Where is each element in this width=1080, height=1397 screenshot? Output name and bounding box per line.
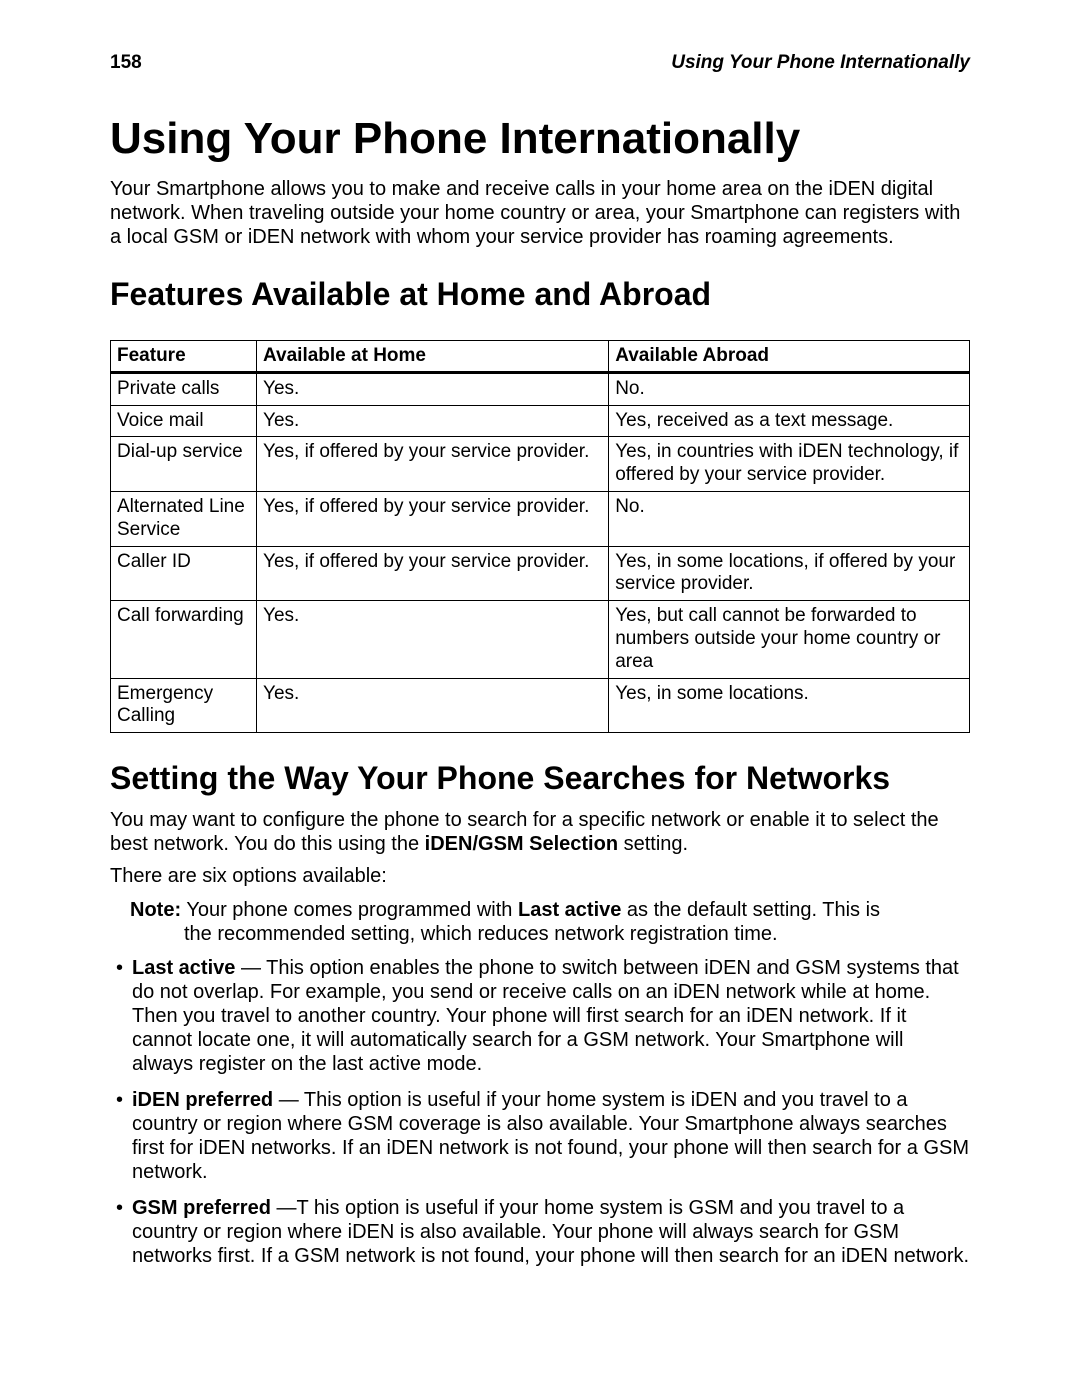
table-row: Voice mail Yes. Yes, received as a text … bbox=[111, 405, 970, 437]
table-row: Alternated Line Service Yes, if offered … bbox=[111, 491, 970, 546]
note-continuation: the recommended setting, which reduces n… bbox=[184, 922, 970, 946]
option-name: Last active bbox=[132, 957, 235, 979]
cell-home: Yes. bbox=[257, 678, 609, 733]
document-page: 158 Using Your Phone Internationally Usi… bbox=[0, 0, 1080, 1397]
networks-paragraph-2: There are six options available: bbox=[110, 864, 970, 888]
option-desc: — This option enables the phone to switc… bbox=[132, 957, 959, 1075]
list-item: Last active — This option enables the ph… bbox=[110, 956, 970, 1076]
cell-abroad: Yes, in countries with iDEN technology, … bbox=[609, 437, 970, 492]
list-item: GSM preferred —T his option is useful if… bbox=[110, 1196, 970, 1268]
cell-home: Yes. bbox=[257, 372, 609, 405]
text: as the default setting. This is bbox=[621, 899, 880, 921]
cell-feature: Alternated Line Service bbox=[111, 491, 257, 546]
running-title: Using Your Phone Internationally bbox=[671, 52, 970, 74]
features-table: Feature Available at Home Available Abro… bbox=[110, 340, 970, 733]
note-block: Note: Your phone comes programmed with L… bbox=[130, 898, 970, 946]
col-home: Available at Home bbox=[257, 340, 609, 372]
table-row: Emergency Calling Yes. Yes, in some loca… bbox=[111, 678, 970, 733]
cell-abroad: Yes, in some locations, if offered by yo… bbox=[609, 546, 970, 601]
option-name: iDEN preferred bbox=[132, 1089, 273, 1111]
cell-feature: Call forwarding bbox=[111, 601, 257, 678]
cell-feature: Emergency Calling bbox=[111, 678, 257, 733]
cell-abroad: Yes, received as a text message. bbox=[609, 405, 970, 437]
list-item: iDEN preferred — This option is useful i… bbox=[110, 1088, 970, 1184]
page-title: Using Your Phone Internationally bbox=[110, 114, 970, 165]
page-number: 158 bbox=[110, 52, 142, 74]
table-row: Dial-up service Yes, if offered by your … bbox=[111, 437, 970, 492]
section-features-heading: Features Available at Home and Abroad bbox=[110, 277, 970, 312]
section-networks-heading: Setting the Way Your Phone Searches for … bbox=[110, 761, 970, 796]
col-feature: Feature bbox=[111, 340, 257, 372]
options-list: Last active — This option enables the ph… bbox=[110, 956, 970, 1268]
cell-home: Yes, if offered by your service provider… bbox=[257, 491, 609, 546]
bold-term: Last active bbox=[518, 899, 621, 921]
table-header-row: Feature Available at Home Available Abro… bbox=[111, 340, 970, 372]
table-row: Caller ID Yes, if offered by your servic… bbox=[111, 546, 970, 601]
cell-feature: Dial-up service bbox=[111, 437, 257, 492]
text: setting. bbox=[618, 833, 688, 855]
text: Your phone comes programmed with bbox=[186, 899, 518, 921]
cell-feature: Voice mail bbox=[111, 405, 257, 437]
note-body: Your phone comes programmed with Last ac… bbox=[186, 899, 880, 921]
cell-feature: Private calls bbox=[111, 372, 257, 405]
note-label: Note: bbox=[130, 899, 181, 921]
table-row: Call forwarding Yes. Yes, but call canno… bbox=[111, 601, 970, 678]
cell-abroad: No. bbox=[609, 491, 970, 546]
cell-home: Yes. bbox=[257, 405, 609, 437]
cell-abroad: Yes, but call cannot be forwarded to num… bbox=[609, 601, 970, 678]
cell-abroad: Yes, in some locations. bbox=[609, 678, 970, 733]
cell-home: Yes, if offered by your service provider… bbox=[257, 546, 609, 601]
option-name: GSM preferred bbox=[132, 1197, 271, 1219]
cell-feature: Caller ID bbox=[111, 546, 257, 601]
cell-home: Yes, if offered by your service provider… bbox=[257, 437, 609, 492]
table-row: Private calls Yes. No. bbox=[111, 372, 970, 405]
cell-home: Yes. bbox=[257, 601, 609, 678]
col-abroad: Available Abroad bbox=[609, 340, 970, 372]
networks-paragraph-1: You may want to configure the phone to s… bbox=[110, 808, 970, 856]
bold-term: iDEN/GSM Selection bbox=[425, 833, 618, 855]
cell-abroad: No. bbox=[609, 372, 970, 405]
page-header: 158 Using Your Phone Internationally bbox=[110, 52, 970, 74]
intro-paragraph: Your Smartphone allows you to make and r… bbox=[110, 177, 970, 249]
